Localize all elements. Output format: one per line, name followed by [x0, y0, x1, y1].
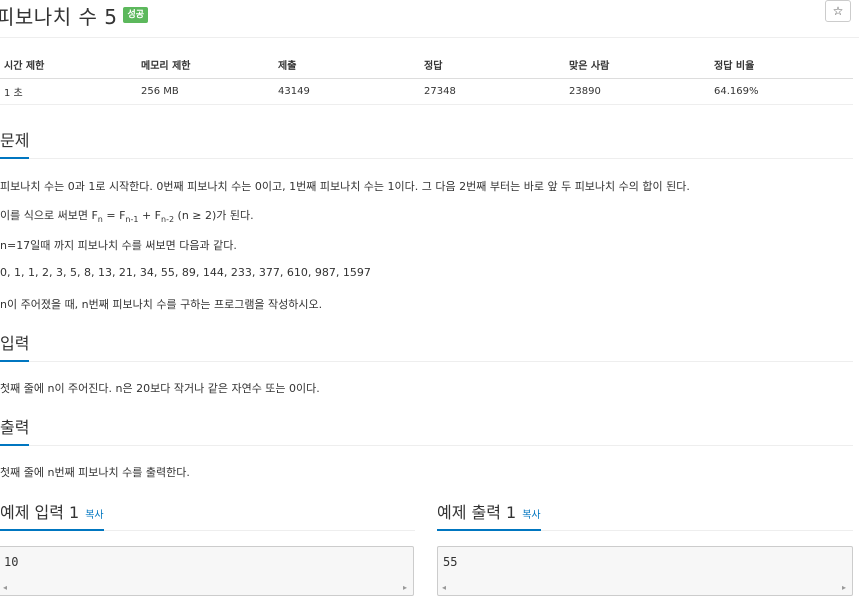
scroll-left-icon[interactable]: ◂ — [442, 583, 446, 592]
header-accepted: 정답 — [420, 52, 565, 79]
scroll-right-icon[interactable]: ▸ — [842, 583, 846, 592]
table-row: 1 초 256 MB 43149 27348 23890 64.169% — [0, 78, 853, 105]
header-memory-limit: 메모리 제한 — [137, 52, 274, 79]
solved-users-value[interactable]: 23890 — [565, 78, 710, 105]
problem-paragraph-2: 이를 식으로 써보면 Fn = Fn-1 + Fn-2 (n ≥ 2)가 된다. — [0, 207, 254, 224]
formula-eq: = F — [102, 209, 126, 222]
sample-output-title-text: 예제 출력 1 — [437, 503, 517, 522]
title-row: 피보나치 수 5 성공 — [0, 0, 149, 30]
sample-output-value: 55 — [443, 555, 458, 569]
sample-output-title: 예제 출력 1 복사 — [437, 499, 541, 531]
output-heading: 출력 — [0, 414, 30, 446]
problem-stats-table: 시간 제한 메모리 제한 제출 정답 맞은 사람 정답 비율 1 초 256 M… — [0, 52, 853, 105]
accepted-value[interactable]: 27348 — [420, 78, 565, 105]
header-accept-ratio: 정답 비율 — [710, 52, 853, 79]
problem-section-header: 문제 — [0, 127, 853, 159]
formula-prefix: 이를 식으로 써보면 F — [0, 209, 98, 222]
accept-ratio-value: 64.169% — [710, 78, 853, 105]
horizontal-scrollbar[interactable]: ◂ ▸ — [0, 581, 413, 595]
star-icon: ☆ — [832, 4, 844, 18]
formula-sub-n1: n-1 — [125, 215, 139, 225]
horizontal-scrollbar[interactable]: ◂ ▸ — [438, 581, 852, 595]
output-section-header: 출력 — [0, 414, 853, 446]
header-time-limit: 시간 제한 — [0, 52, 137, 79]
sample-input-value: 10 — [4, 555, 19, 569]
formula-plus: + F — [138, 209, 161, 222]
copy-input-link[interactable]: 복사 — [85, 510, 103, 521]
header-submissions: 제출 — [274, 52, 420, 79]
time-limit-value: 1 초 — [0, 78, 137, 105]
scroll-left-icon[interactable]: ◂ — [3, 583, 7, 592]
divider — [0, 37, 859, 38]
submissions-value[interactable]: 43149 — [274, 78, 420, 105]
formula-sub-n2: n-2 — [161, 215, 175, 225]
problem-paragraph-5: n이 주어졌을 때, n번째 피보나치 수를 구하는 프로그램을 작성하시오. — [0, 298, 323, 311]
status-badge: 성공 — [123, 7, 149, 23]
input-section-header: 입력 — [0, 330, 853, 362]
page-title: 피보나치 수 5 — [0, 4, 118, 29]
copy-output-link[interactable]: 복사 — [522, 510, 540, 521]
problem-paragraph-3: n=17일때 까지 피보나치 수를 써보면 다음과 같다. — [0, 239, 237, 252]
sample-output-header: 예제 출력 1 복사 — [437, 499, 853, 531]
sample-input-title-text: 예제 입력 1 — [0, 503, 80, 522]
problem-paragraph-1: 피보나치 수는 0과 1로 시작한다. 0번째 피보나치 수는 0이고, 1번째… — [0, 180, 690, 193]
star-button[interactable]: ☆ — [825, 0, 851, 22]
formula-suffix: (n ≥ 2)가 된다. — [174, 209, 254, 222]
input-heading: 입력 — [0, 330, 30, 362]
sample-input-title: 예제 입력 1 복사 — [0, 499, 104, 531]
memory-limit-value: 256 MB — [137, 78, 274, 105]
problem-heading: 문제 — [0, 127, 30, 159]
scroll-right-icon[interactable]: ▸ — [403, 583, 407, 592]
problem-paragraph-4: 0, 1, 1, 2, 3, 5, 8, 13, 21, 34, 55, 89,… — [0, 266, 371, 279]
sample-input-box[interactable]: 10 ◂ ▸ — [0, 546, 414, 596]
sample-input-header: 예제 입력 1 복사 — [0, 499, 415, 531]
table-header-row: 시간 제한 메모리 제한 제출 정답 맞은 사람 정답 비율 — [0, 52, 853, 79]
output-description: 첫째 줄에 n번째 피보나치 수를 출력한다. — [0, 466, 190, 479]
header-solved-users: 맞은 사람 — [565, 52, 710, 79]
input-description: 첫째 줄에 n이 주어진다. n은 20보다 작거나 같은 자연수 또는 0이다… — [0, 382, 320, 395]
sample-output-box[interactable]: 55 ◂ ▸ — [437, 546, 853, 596]
